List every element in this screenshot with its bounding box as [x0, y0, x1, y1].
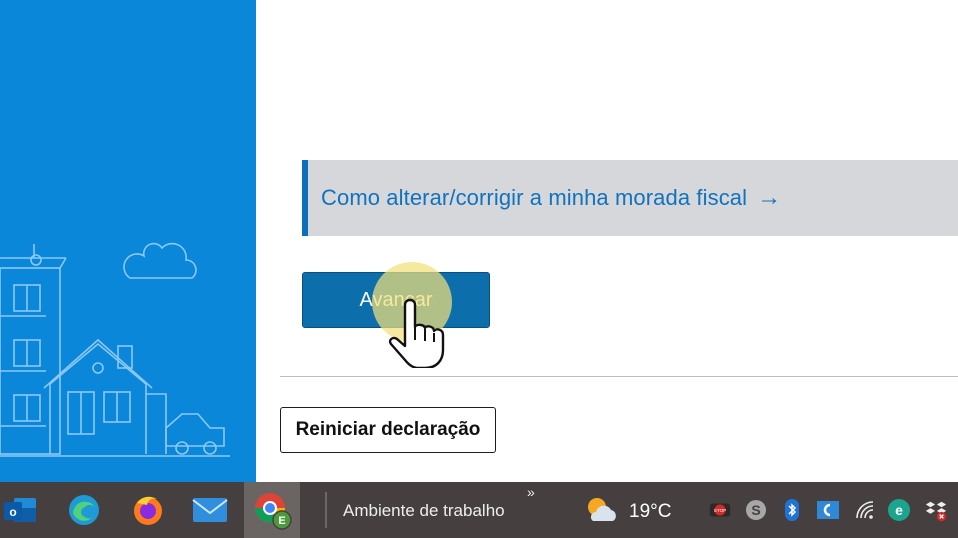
network-app-icon[interactable]	[816, 498, 840, 522]
bluetooth-icon[interactable]	[780, 498, 804, 522]
partly-cloudy-icon[interactable]	[581, 490, 621, 530]
svg-text:S: S	[751, 502, 760, 518]
outlook-icon[interactable]: o	[0, 490, 40, 530]
toolbar-overflow-chevron-icon[interactable]: »	[527, 484, 535, 500]
svg-text:e: e	[895, 502, 903, 518]
eset-icon[interactable]: e	[887, 498, 911, 522]
section-divider	[280, 376, 958, 377]
advance-button[interactable]: Avançar	[302, 272, 490, 328]
windows-taskbar: o E Ambiente de trabalho » 19°C STOP S e	[0, 482, 958, 538]
help-link-text[interactable]: Como alterar/corrigir a minha morada fis…	[321, 185, 747, 211]
restart-declaration-button[interactable]: Reiniciar declaração	[280, 407, 496, 453]
arrow-right-icon: →	[757, 184, 782, 211]
help-link-address-change[interactable]: Como alterar/corrigir a minha morada fis…	[302, 160, 958, 236]
dropbox-icon[interactable]	[924, 498, 948, 522]
svg-text:STOP: STOP	[714, 508, 726, 513]
firefox-icon[interactable]	[128, 490, 168, 530]
chrome-profile-badge: E	[278, 515, 285, 527]
main-content: Como alterar/corrigir a minha morada fis…	[256, 0, 958, 482]
desktop-toolbar-label[interactable]: Ambiente de trabalho	[343, 501, 505, 521]
chrome-icon[interactable]: E	[244, 482, 300, 538]
wifi-icon[interactable]	[854, 498, 878, 522]
city-illustration	[0, 242, 230, 457]
weather-temperature[interactable]: 19°C	[629, 501, 671, 523]
mail-icon[interactable]	[190, 490, 230, 530]
svg-text:o: o	[9, 505, 16, 519]
taskbar-separator	[325, 492, 327, 528]
skype-icon[interactable]: S	[744, 498, 768, 522]
stop-icon[interactable]: STOP	[708, 498, 732, 522]
side-illustration-panel	[0, 0, 256, 482]
edge-icon[interactable]	[64, 490, 104, 530]
cloud-illustration	[123, 242, 197, 279]
